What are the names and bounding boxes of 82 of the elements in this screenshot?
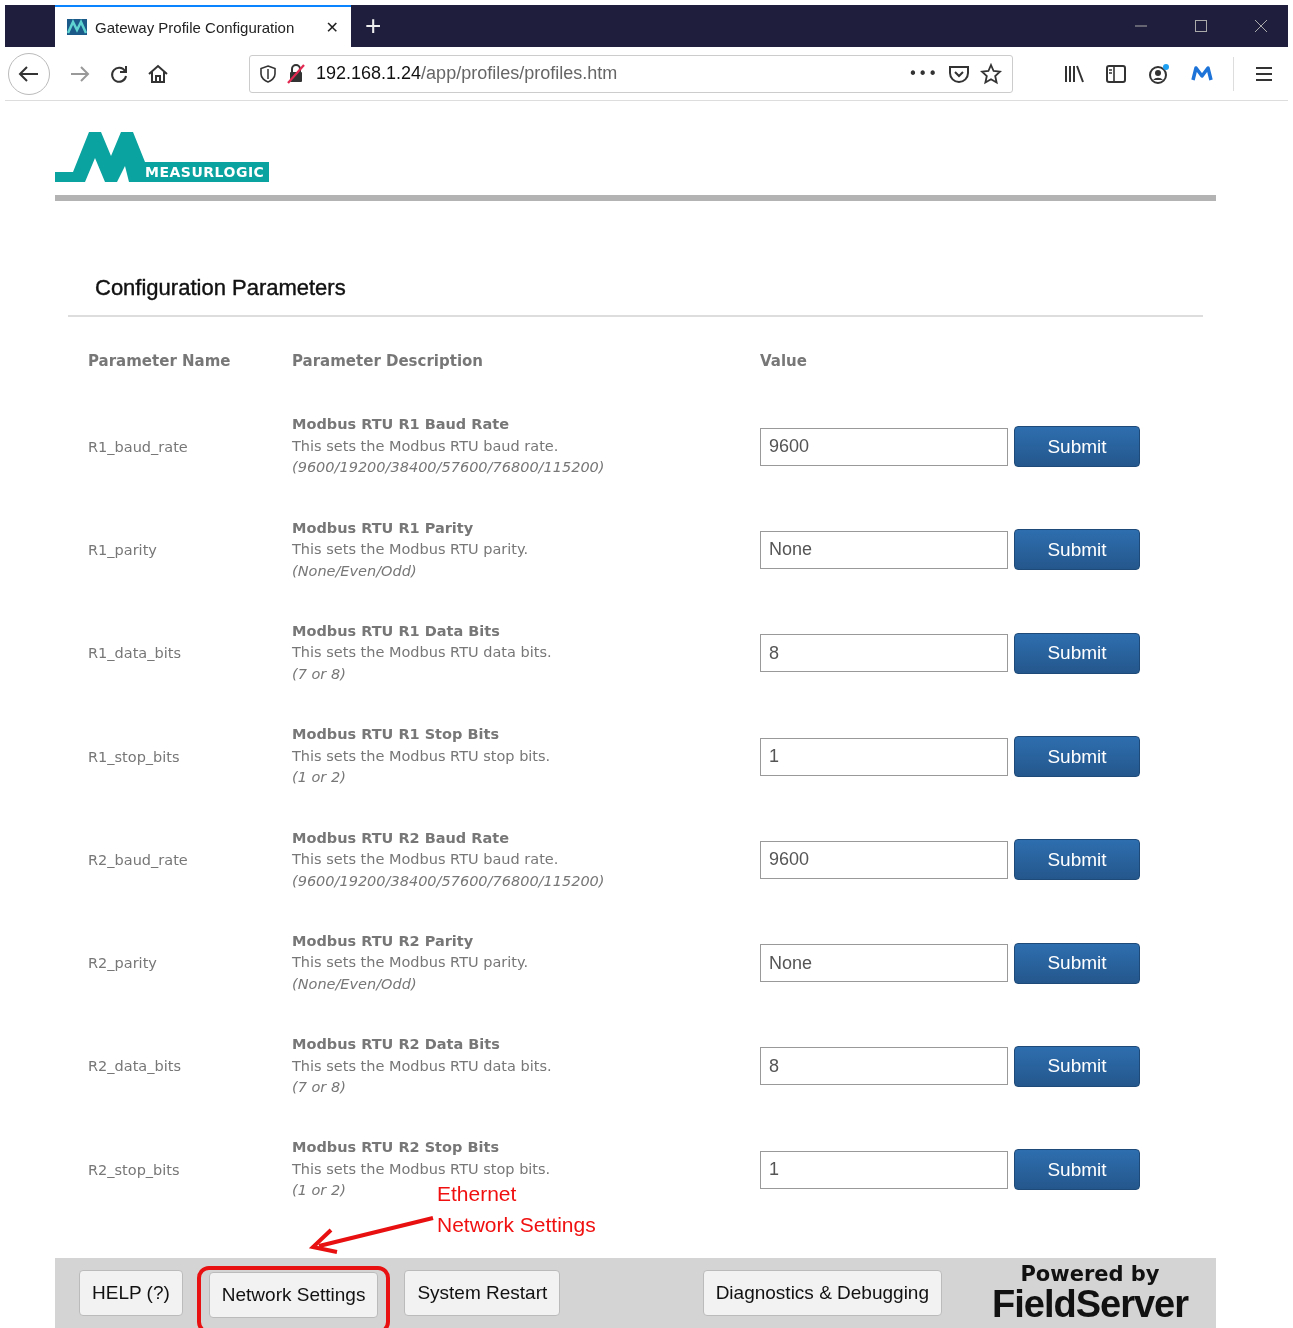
parameter-options: (1 or 2): [292, 767, 346, 789]
more-actions-button[interactable]: •••: [908, 64, 938, 83]
column-header: Parameter Description: [292, 351, 484, 370]
value-field[interactable]: None: [760, 530, 1008, 569]
submit-button[interactable]: Submit: [1014, 632, 1140, 674]
parameter-options: (9600/19200/38400/57600/76800/115200): [292, 870, 605, 893]
parameter-title: Modbus RTU R1 Data Bits: [292, 622, 500, 641]
parameter-options: (7 or 8): [292, 664, 346, 686]
menu-icon[interactable]: [1254, 64, 1274, 83]
parameter-description: This sets the Modbus RTU stop bits.: [292, 746, 551, 766]
footer-button[interactable]: Network Settings: [208, 1272, 379, 1318]
parameter-options: (1 or 2): [292, 1180, 346, 1202]
value-field[interactable]: 9600: [760, 427, 1008, 466]
close-icon[interactable]: [1254, 19, 1268, 33]
parameter-title: Modbus RTU R2 Baud Rate: [292, 828, 509, 848]
submit-button[interactable]: Submit: [1014, 529, 1140, 571]
value-field[interactable]: 1: [760, 1150, 1008, 1189]
sidebar-icon[interactable]: [1105, 63, 1127, 84]
parameter-description: This sets the Modbus RTU baud rate.: [292, 436, 559, 456]
parameter-description: This sets the Modbus RTU data bits.: [292, 643, 552, 663]
shield-icon: [260, 64, 276, 83]
maximize-icon[interactable]: [1194, 19, 1208, 33]
star-icon[interactable]: [980, 62, 1002, 85]
footer-button[interactable]: Diagnostics & Debugging: [702, 1270, 942, 1316]
parameter-name: R2_baud_rate: [88, 851, 189, 868]
parameter-title: Modbus RTU R2 Data Bits: [292, 1035, 500, 1055]
section-title: Configuration Parameters: [68, 275, 1203, 317]
parameter-options: (7 or 8): [292, 1077, 346, 1099]
parameter-name: R2_parity: [88, 955, 158, 972]
library-icon[interactable]: [1063, 63, 1085, 84]
parameter-description: This sets the Modbus RTU parity.: [292, 953, 529, 973]
submit-button[interactable]: Submit: [1014, 1149, 1140, 1191]
parameter-options: (9600/19200/38400/57600/76800/115200): [292, 457, 605, 479]
value-field[interactable]: 9600: [760, 840, 1008, 879]
brand-logo-text: FieldServer: [992, 1284, 1188, 1323]
submit-button[interactable]: Submit: [1014, 942, 1140, 984]
value-field[interactable]: 8: [760, 634, 1008, 673]
insecure-lock-icon: [286, 63, 306, 84]
parameter-name: R2_data_bits: [88, 1058, 182, 1075]
tab-title: Gateway Profile Configuration: [95, 18, 296, 36]
reload-icon[interactable]: [109, 63, 129, 84]
parameter-description: This sets the Modbus RTU stop bits.: [292, 1159, 551, 1179]
value-field[interactable]: 1: [760, 737, 1008, 776]
parameter-description: This sets the Modbus RTU data bits.: [292, 1056, 552, 1076]
submit-button[interactable]: Submit: [1014, 839, 1140, 881]
home-icon[interactable]: [147, 63, 169, 84]
annotation-text: Ethernet Network Settings: [437, 1181, 596, 1238]
parameter-title: Modbus RTU R1 Stop Bits: [292, 725, 500, 745]
parameter-title: Modbus RTU R1 Parity: [292, 518, 474, 538]
forward-icon[interactable]: [69, 63, 91, 84]
submit-button[interactable]: Submit: [1014, 736, 1140, 778]
submit-button[interactable]: Submit: [1014, 1045, 1140, 1087]
parameter-title: Modbus RTU R2 Stop Bits: [292, 1138, 500, 1158]
submit-button[interactable]: Submit: [1014, 426, 1140, 468]
address-bar[interactable]: 192.168.1.24/app/profiles/profiles.htm •••: [249, 54, 1013, 93]
parameter-name: R1_parity: [88, 541, 158, 558]
footer-button[interactable]: System Restart: [404, 1270, 561, 1316]
parameter-name: R1_baud_rate: [88, 438, 189, 455]
url-text: 192.168.1.24/app/profiles/profiles.htm: [316, 63, 619, 84]
value-field[interactable]: 8: [760, 1047, 1008, 1086]
parameter-options: (None/Even/Odd): [292, 560, 417, 583]
new-tab-button[interactable]: +: [365, 10, 382, 42]
powered-by-text: Powered by: [1020, 1263, 1160, 1285]
parameter-title: Modbus RTU R2 Parity: [292, 931, 474, 951]
account-icon[interactable]: [1147, 62, 1171, 85]
parameter-name: R2_stop_bits: [88, 1161, 181, 1178]
column-header: Value: [760, 351, 808, 370]
browser-tab[interactable]: Gateway Profile Configuration ✕: [55, 5, 351, 47]
logo-text: MEASURLOGIC: [143, 162, 270, 182]
column-header: Parameter Name: [88, 351, 232, 370]
parameter-name: R1_data_bits: [88, 645, 182, 662]
pocket-icon[interactable]: [948, 63, 970, 84]
parameter-description: This sets the Modbus RTU baud rate.: [292, 850, 559, 870]
site-icon: [67, 19, 87, 35]
value-field[interactable]: None: [760, 944, 1008, 983]
parameter-name: R1_stop_bits: [88, 748, 181, 765]
back-icon[interactable]: [7, 51, 51, 96]
footer-button[interactable]: HELP (?): [79, 1270, 183, 1316]
parameter-options: (None/Even/Odd): [292, 973, 417, 996]
close-icon[interactable]: ✕: [325, 17, 339, 37]
parameter-description: This sets the Modbus RTU parity.: [292, 540, 529, 560]
parameter-title: Modbus RTU R1 Baud Rate: [292, 415, 509, 435]
